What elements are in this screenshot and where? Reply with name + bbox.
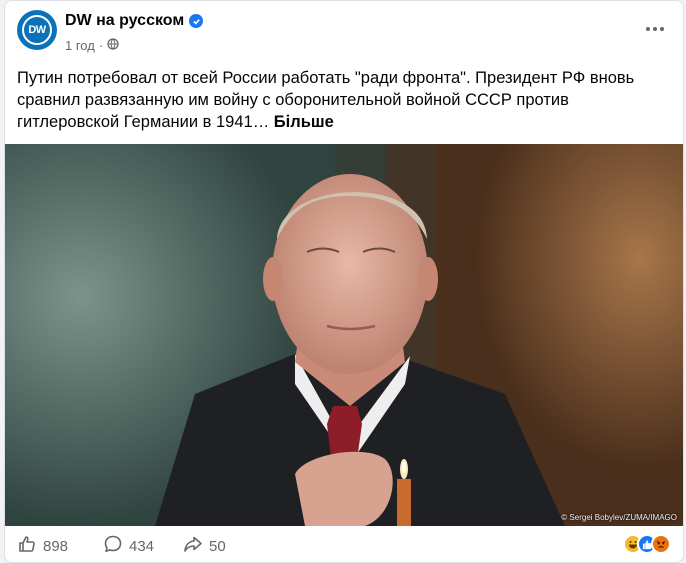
comment-bubble-icon — [103, 534, 123, 558]
comment-button[interactable]: 434 — [103, 534, 154, 558]
post-meta: 1 год · — [65, 38, 119, 53]
like-count: 898 — [43, 537, 69, 555]
post-footer: 898 434 50 — [5, 526, 683, 562]
post-card: DW DW на русском 1 год · Путин потребова… — [4, 0, 684, 563]
thumbs-up-icon — [17, 534, 37, 558]
page-name-label[interactable]: DW на русском — [65, 12, 184, 30]
photo-credit: © Sergei Bobylev/ZUMA/IMAGO — [561, 513, 677, 522]
dw-logo: DW — [22, 15, 52, 45]
post-text: Путин потребовал от всей России работать… — [17, 67, 667, 133]
separator-dot: · — [98, 38, 104, 53]
like-button[interactable]: 898 — [17, 534, 68, 558]
globe-icon[interactable] — [107, 38, 119, 53]
share-button[interactable]: 50 — [183, 534, 226, 558]
page-name[interactable]: DW на русском — [65, 12, 204, 30]
avatar[interactable]: DW — [17, 10, 57, 50]
reaction-summary[interactable] — [623, 534, 671, 554]
see-more-link[interactable]: Більше — [274, 113, 334, 131]
angry-reaction-icon — [651, 534, 671, 554]
post-timestamp[interactable]: 1 год — [65, 38, 95, 53]
more-options-icon[interactable] — [643, 19, 667, 39]
post-header: DW DW на русском 1 год · — [5, 1, 683, 63]
photo-illustration — [5, 144, 683, 526]
post-photo[interactable]: © Sergei Bobylev/ZUMA/IMAGO — [5, 144, 683, 526]
share-arrow-icon — [183, 534, 203, 558]
dw-logo-text: DW — [28, 24, 46, 36]
comment-count: 434 — [129, 537, 155, 555]
share-count: 50 — [209, 537, 226, 555]
verified-badge-icon — [189, 14, 204, 28]
